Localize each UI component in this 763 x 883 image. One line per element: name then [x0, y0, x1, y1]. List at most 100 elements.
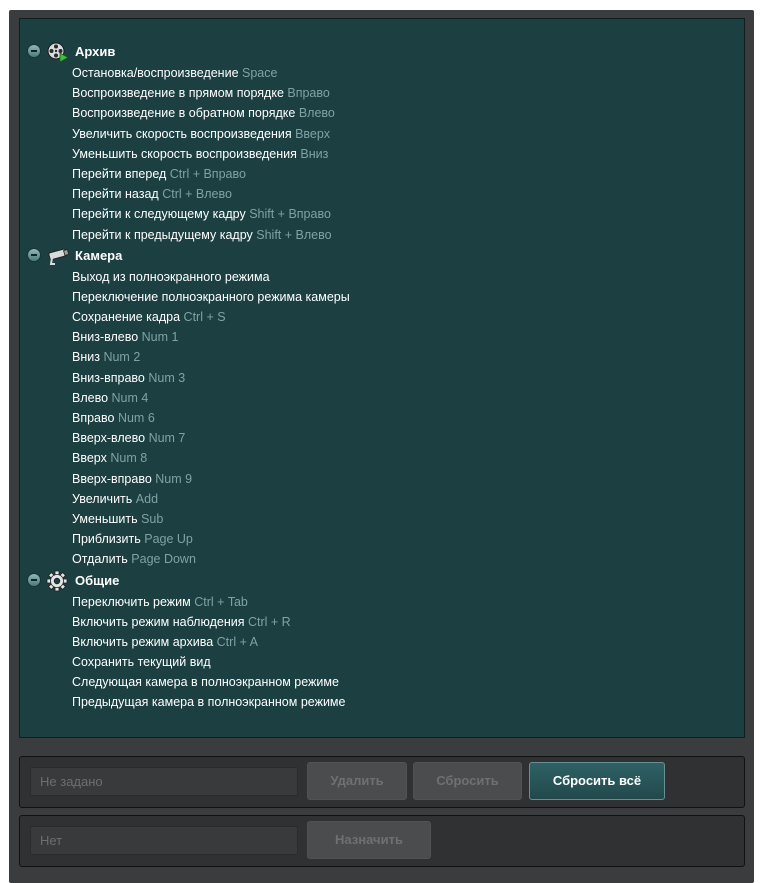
- current-shortcut-field[interactable]: Не задано: [30, 767, 298, 796]
- tree-item-shortcut: Num 8: [110, 451, 148, 466]
- tree-item-label: Вверх-вправо: [72, 471, 152, 486]
- tree-item-shortcut: Space: [242, 66, 278, 80]
- tree-item-label: Увеличить скорость воспроизведения: [72, 126, 292, 141]
- tree-item-label: Сохранить текущий вид: [72, 655, 211, 670]
- tree-group-header[interactable]: Архив: [20, 41, 744, 63]
- tree-item-label: Вниз-влево: [72, 330, 139, 345]
- tree-item[interactable]: Влево Num 4: [20, 388, 744, 408]
- tree-item[interactable]: Переключение полноэкранного режима камер…: [20, 287, 744, 307]
- film-reel-play-icon: [46, 41, 70, 63]
- tree-item-shortcut: Ctrl + R: [247, 614, 291, 629]
- tree-group-header[interactable]: Камера: [20, 245, 744, 267]
- tree-item[interactable]: Перейти к предыдущему кадру Shift + Влев…: [20, 225, 744, 245]
- tree-item-label: Увеличить: [72, 491, 133, 506]
- tree-item-label: Вверх-влево: [72, 431, 146, 446]
- tree-group-title: Архив: [75, 44, 116, 59]
- tree-item[interactable]: Воспроизведение в обратном порядке Влево: [20, 103, 744, 123]
- collapse-icon[interactable]: [27, 572, 41, 587]
- tree-item[interactable]: Предыдущая камера в полноэкранном режиме: [20, 692, 744, 712]
- shortcut-panel: Не задано Удалить Сбросить Сбросить всё: [19, 756, 745, 808]
- collapse-icon[interactable]: [27, 44, 41, 58]
- tree-item-label: Перейти назад: [72, 187, 159, 202]
- tree-item[interactable]: Перейти вперед Ctrl + Вправо: [20, 164, 744, 184]
- tree-item[interactable]: Вверх Num 8: [20, 448, 744, 468]
- tree-item-shortcut: Num 9: [155, 471, 193, 486]
- tree-item-shortcut: Ctrl + Влево: [162, 187, 232, 202]
- tree-item-label: Включить режим архива: [72, 634, 214, 649]
- tree-item[interactable]: Вниз Num 2: [20, 347, 744, 367]
- tree-item[interactable]: Уменьшить скорость воспроизведения Вниз: [20, 144, 744, 164]
- tree-item[interactable]: Уменьшить Sub: [20, 509, 744, 529]
- tree-item[interactable]: Увеличить Add: [20, 489, 744, 509]
- tree-item[interactable]: Вверх-вправо Num 9: [20, 469, 744, 489]
- tree-item-label: Вниз: [72, 350, 100, 365]
- gear-icon: [46, 570, 70, 592]
- tree-item-shortcut: Shift + Вправо: [249, 207, 331, 222]
- tree-item[interactable]: Следующая камера в полноэкранном режиме: [20, 672, 744, 692]
- tree-item-label: Воспроизведение в прямом порядке: [72, 86, 284, 101]
- delete-button[interactable]: Удалить: [307, 762, 407, 800]
- tree-item[interactable]: Выход из полноэкранного режима: [20, 267, 744, 287]
- collapse-icon[interactable]: [27, 247, 41, 262]
- tree-item[interactable]: Вниз-влево Num 1: [20, 327, 744, 347]
- tree-item-label: Включить режим наблюдения: [72, 614, 245, 629]
- tree-group-title: Общие: [75, 572, 120, 588]
- tree-item-shortcut: Ctrl + Tab: [194, 594, 248, 609]
- tree-item-shortcut: Sub: [141, 511, 164, 526]
- tree-item[interactable]: Увеличить скорость воспроизведения Вверх: [20, 124, 744, 144]
- tree-item[interactable]: Включить режим архива Ctrl + A: [20, 632, 744, 652]
- tree-item-shortcut: Shift + Влево: [256, 227, 332, 242]
- tree-item[interactable]: Перейти назад Ctrl + Влево: [20, 184, 744, 204]
- tree-item[interactable]: Остановка/воспроизведение Space: [20, 63, 744, 83]
- tree-item-shortcut: Add: [135, 491, 159, 506]
- tree-item[interactable]: Вправо Num 6: [20, 408, 744, 428]
- new-shortcut-field[interactable]: Нет: [30, 826, 298, 855]
- tree-item-shortcut: Ctrl + S: [183, 310, 226, 325]
- tree-item[interactable]: Сохранить текущий вид: [20, 652, 744, 672]
- tree-item-label: Уменьшить: [72, 511, 138, 526]
- tree-item[interactable]: Вниз-вправо Num 3: [20, 368, 744, 388]
- tree-group-header[interactable]: Общие: [20, 570, 744, 592]
- tree-group: Камера Выход из полноэкранного режима Пере…: [20, 245, 744, 570]
- tree-item-label: Выход из полноэкранного режима: [72, 269, 270, 284]
- tree-item-label: Вправо: [72, 411, 115, 425]
- tree-item-label: Переключение полноэкранного режима камер…: [72, 289, 350, 304]
- tree-item-label: Перейти к предыдущему кадру: [72, 227, 253, 242]
- tree-item[interactable]: Вверх-влево Num 7: [20, 428, 744, 448]
- tree-item-shortcut: Num 6: [117, 411, 155, 425]
- tree-item-label: Следующая камера в полноэкранном режиме: [72, 675, 339, 690]
- camera-icon: [46, 245, 70, 267]
- tree-item-label: Влево: [72, 390, 109, 405]
- tree-item-label: Вниз-вправо: [72, 370, 145, 385]
- reset-all-button[interactable]: Сбросить всё: [529, 762, 665, 800]
- tree-item-label: Уменьшить скорость воспроизведения: [72, 146, 297, 161]
- tree-item-shortcut: Num 1: [141, 330, 179, 345]
- tree-item-shortcut: Num 4: [111, 390, 149, 405]
- tree-item[interactable]: Сохранение кадра Ctrl + S: [20, 307, 744, 327]
- tree-item[interactable]: Воспроизведение в прямом порядке Вправо: [20, 83, 744, 103]
- tree-item-label: Переключить режим: [72, 594, 191, 609]
- tree-item-shortcut: Влево: [298, 106, 335, 121]
- tree-item[interactable]: Перейти к следующему кадру Shift + Вправ…: [20, 204, 744, 224]
- tree-item-label: Вверх: [72, 451, 107, 466]
- assign-button[interactable]: Назначить: [307, 821, 431, 859]
- hotkeys-tree-content: Архив Остановка/воспроизведение Space Восп…: [20, 41, 744, 713]
- tree-item-label: Перейти к следующему кадру: [72, 207, 246, 222]
- tree-item-shortcut: Ctrl + Вправо: [169, 166, 246, 181]
- tree-item-label: Предыдущая камера в полноэкранном режиме: [72, 695, 346, 710]
- tree-item[interactable]: Включить режим наблюдения Ctrl + R: [20, 612, 744, 632]
- hotkeys-tree[interactable]: Архив Остановка/воспроизведение Space Восп…: [19, 18, 745, 738]
- tree-item-label: Сохранение кадра: [72, 310, 181, 325]
- tree-item[interactable]: Приблизить Page Up: [20, 529, 744, 549]
- tree-item[interactable]: Переключить режим Ctrl + Tab: [20, 592, 744, 612]
- tree-item-label: Воспроизведение в обратном порядке: [72, 106, 296, 121]
- tree-group: Общие Переключить режим Ctrl + Tab Включит…: [20, 570, 744, 713]
- tree-item-label: Перейти вперед: [72, 166, 167, 181]
- tree-item-label: Остановка/воспроизведение: [72, 66, 239, 80]
- tree-item-shortcut: Num 3: [148, 370, 186, 385]
- tree-item-shortcut: Вверх: [295, 126, 330, 141]
- tree-group-title: Камера: [75, 247, 123, 263]
- reset-button[interactable]: Сбросить: [413, 762, 522, 800]
- tree-item-shortcut: Num 2: [103, 350, 141, 365]
- tree-item[interactable]: Отдалить Page Down: [20, 549, 744, 569]
